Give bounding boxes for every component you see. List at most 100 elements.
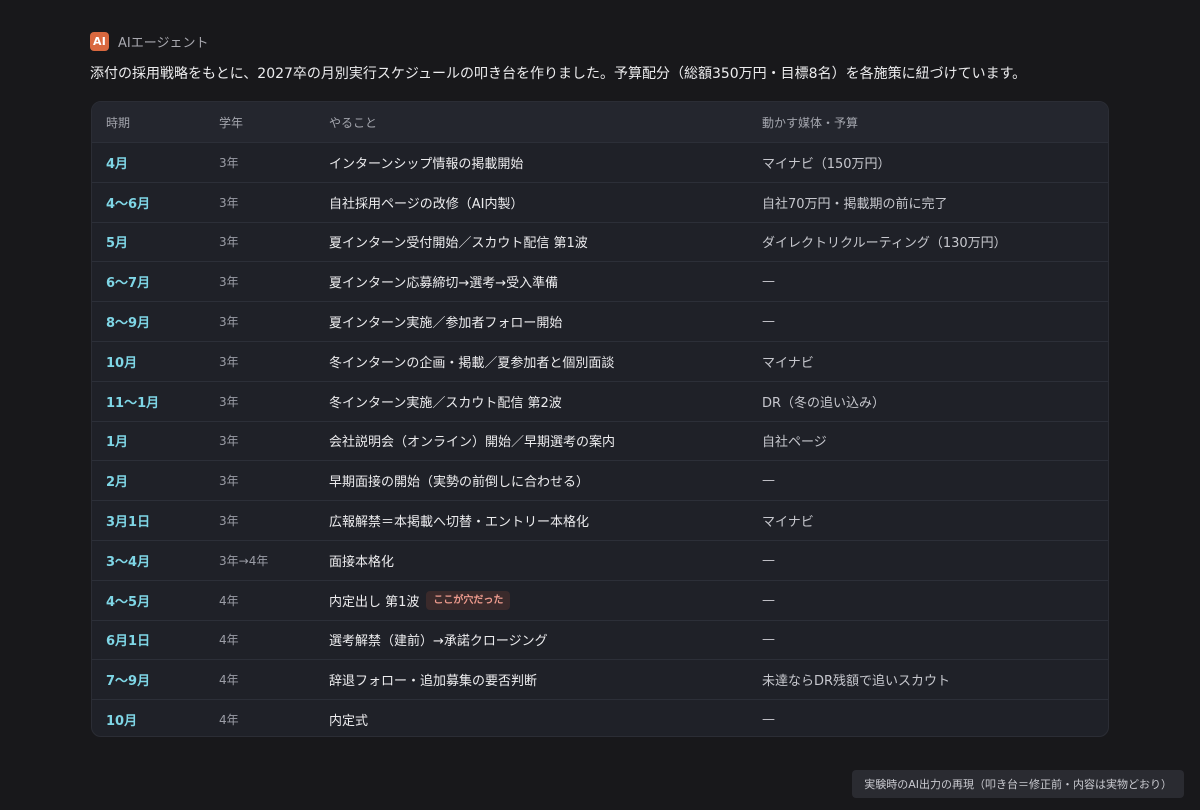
cell-todo: 夏インターン応募締切→選考→受入準備 <box>329 262 749 301</box>
cell-time-text: 5月 <box>106 236 129 252</box>
cell-grade-text: 4年 <box>219 593 239 608</box>
cell-media-text: 未達ならDR残額で追いスカウト <box>762 674 951 690</box>
column-header-todo: やること <box>329 115 378 130</box>
cell-media-text: — <box>762 473 775 489</box>
cell-grade-text: 3年 <box>219 354 239 369</box>
cell-time: 3〜4月 <box>106 541 216 580</box>
cell-time-text: 2月 <box>106 475 129 491</box>
cell-media: ダイレクトリクルーティング（130万円） <box>762 223 1102 262</box>
cell-media: — <box>762 541 1102 580</box>
cell-time: 1月 <box>106 422 216 461</box>
cell-grade-text: 4年 <box>219 713 239 728</box>
cell-media-text: マイナビ <box>762 355 814 371</box>
cell-time-text: 6〜7月 <box>106 276 151 292</box>
cell-time: 2月 <box>106 461 216 500</box>
cell-time: 8〜9月 <box>106 302 216 341</box>
cell-time: 5月 <box>106 223 216 262</box>
column-header-time: 時期 <box>106 115 131 130</box>
cell-time-text: 8〜9月 <box>106 316 151 332</box>
table-row: 2月 3年 早期面接の開始（実勢の前倒しに合わせる） — <box>92 460 1108 500</box>
cell-media: — <box>762 581 1102 620</box>
cell-grade-text: 3年→4年 <box>219 553 269 568</box>
cell-time-text: 4〜5月 <box>106 594 151 610</box>
cell-grade: 3年 <box>219 382 319 421</box>
table-header-row: 時期 学年 やること 動かす媒体・予算 <box>92 102 1108 142</box>
cell-grade-text: 3年 <box>219 235 239 250</box>
cell-todo-text: 選考解禁（建前）→承諾クロージング <box>329 634 548 650</box>
cell-todo-text: 冬インターン実施／スカウト配信 第2波 <box>329 395 562 411</box>
cell-media-text: ダイレクトリクルーティング（130万円） <box>762 236 1007 252</box>
cell-media: マイナビ <box>762 342 1102 381</box>
warning-tag: ここが穴だった <box>426 590 511 610</box>
cell-grade-text: 4年 <box>219 633 239 648</box>
cell-todo-text: 内定出し 第1波 <box>329 594 420 610</box>
cell-media-text: 自社ページ <box>762 435 827 451</box>
cell-media: DR（冬の追い込み） <box>762 382 1102 421</box>
cell-todo: 辞退フォロー・追加募集の要否判断 <box>329 660 749 699</box>
cell-grade: 3年 <box>219 183 319 222</box>
cell-grade-text: 3年 <box>219 434 239 449</box>
cell-todo-text: 広報解禁＝本掲載へ切替・エントリー本格化 <box>329 515 590 531</box>
cell-time: 6〜7月 <box>106 262 216 301</box>
cell-todo-text: 夏インターン実施／参加者フォロー開始 <box>329 316 563 332</box>
cell-media-text: — <box>762 712 775 728</box>
cell-todo-text: 会社説明会（オンライン）開始／早期選考の案内 <box>329 435 616 451</box>
cell-time: 10月 <box>106 700 216 736</box>
cell-time-text: 4〜6月 <box>106 196 151 212</box>
cell-media: — <box>762 302 1102 341</box>
cell-grade: 3年 <box>219 422 319 461</box>
table-row: 11〜1月 3年 冬インターン実施／スカウト配信 第2波 DR（冬の追い込み） <box>92 380 1108 421</box>
cell-grade: 3年 <box>219 501 319 540</box>
cell-todo: 夏インターン受付開始／スカウト配信 第1波 <box>329 223 749 262</box>
cell-media: 未達ならDR残額で追いスカウト <box>762 660 1102 699</box>
agent-header: AI AIエージェント <box>90 32 208 51</box>
cell-grade: 3年→4年 <box>219 541 319 580</box>
cell-media: 自社70万円・掲載期の前に完了 <box>762 183 1102 222</box>
cell-todo: 会社説明会（オンライン）開始／早期選考の案内 <box>329 422 749 461</box>
cell-todo: 冬インターンの企画・掲載／夏参加者と個別面談 <box>329 342 749 381</box>
cell-todo: 早期面接の開始（実勢の前倒しに合わせる） <box>329 461 749 500</box>
table-row: 8〜9月 3年 夏インターン実施／参加者フォロー開始 — <box>92 301 1108 341</box>
cell-time-text: 3月1日 <box>106 515 151 531</box>
cell-grade: 3年 <box>219 302 319 341</box>
cell-todo-text: 早期面接の開始（実勢の前倒しに合わせる） <box>329 475 590 491</box>
agent-message-intro: 添付の採用戦略をもとに、2027卒の月別実行スケジュールの叩き台を作りました。予… <box>90 66 1027 82</box>
cell-media: — <box>762 700 1102 736</box>
cell-grade: 3年 <box>219 223 319 262</box>
cell-todo-text: 冬インターンの企画・掲載／夏参加者と個別面談 <box>329 355 615 371</box>
cell-todo: 面接本格化 <box>329 541 749 580</box>
column-header-media: 動かす媒体・予算 <box>762 115 859 130</box>
cell-grade-text: 3年 <box>219 474 239 489</box>
cell-time-text: 10月 <box>106 355 138 371</box>
cell-grade: 3年 <box>219 461 319 500</box>
cell-todo-text: 夏インターン受付開始／スカウト配信 第1波 <box>329 236 588 252</box>
cell-time: 7〜9月 <box>106 660 216 699</box>
table-row: 3月1日 3年 広報解禁＝本掲載へ切替・エントリー本格化 マイナビ <box>92 500 1108 540</box>
cell-todo-text: 辞退フォロー・追加募集の要否判断 <box>329 674 538 690</box>
cell-time: 4〜6月 <box>106 183 216 222</box>
cell-time-text: 4月 <box>106 156 129 172</box>
cell-media-text: マイナビ（150万円） <box>762 156 891 172</box>
cell-grade-text: 3年 <box>219 315 239 330</box>
cell-time-text: 10月 <box>106 714 138 730</box>
cell-grade: 4年 <box>219 621 319 660</box>
cell-todo-text: 自社採用ページの改修（AI内製） <box>329 196 524 212</box>
table-body: 4月 3年 インターンシップ情報の掲載開始 マイナビ（150万円） 4〜6月 3年 自社採用… <box>92 142 1108 736</box>
cell-grade-text: 3年 <box>219 275 239 290</box>
cell-media: — <box>762 461 1102 500</box>
cell-time: 11〜1月 <box>106 382 216 421</box>
cell-media: — <box>762 621 1102 660</box>
cell-media: マイナビ <box>762 501 1102 540</box>
table-row: 6月1日 4年 選考解禁（建前）→承諾クロージング — <box>92 619 1108 660</box>
cell-todo-text: インターンシップ情報の掲載開始 <box>329 156 524 172</box>
table-row: 5月 3年 夏インターン受付開始／スカウト配信 第1波 ダイレクトリクルーティング（1… <box>92 221 1108 262</box>
cell-time-text: 7〜9月 <box>106 674 151 690</box>
cell-todo: 広報解禁＝本掲載へ切替・エントリー本格化 <box>329 501 749 540</box>
cell-grade: 4年 <box>219 581 319 620</box>
cell-todo: 選考解禁（建前）→承諾クロージング <box>329 621 749 660</box>
column-header-grade: 学年 <box>219 115 244 130</box>
cell-grade-text: 4年 <box>219 673 239 688</box>
table-row: 10月 3年 冬インターンの企画・掲載／夏参加者と個別面談 マイナビ <box>92 340 1108 381</box>
table-row: 6〜7月 3年 夏インターン応募締切→選考→受入準備 — <box>92 261 1108 301</box>
cell-time-text: 3〜4月 <box>106 554 151 570</box>
